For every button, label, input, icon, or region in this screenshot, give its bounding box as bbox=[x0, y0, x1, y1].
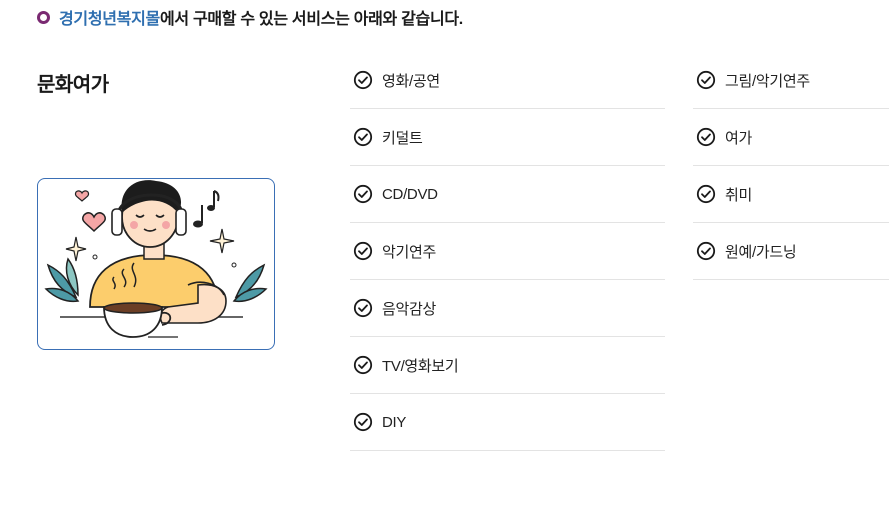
check-circle-icon bbox=[353, 355, 373, 375]
list-item-label: 악기연주 bbox=[382, 243, 437, 261]
check-circle-icon bbox=[353, 412, 373, 432]
list-item-label: 그림/악기연주 bbox=[725, 72, 810, 90]
intro-line: 경기청년복지몰에서 구매할 수 있는 서비스는 아래와 같습니다. bbox=[37, 6, 463, 28]
list-item-label: 원예/가드닝 bbox=[725, 243, 797, 261]
services-column-1: 영화/공연 키덜트 CD/DVD 악기연주 음악감상 TV/영화보기 DIY bbox=[350, 52, 665, 451]
intro-rest: 에서 구매할 수 있는 서비스는 아래와 같습니다. bbox=[159, 11, 463, 28]
check-circle-icon bbox=[353, 241, 373, 261]
check-circle-icon bbox=[353, 127, 373, 147]
check-circle-icon bbox=[353, 70, 373, 90]
check-circle-icon bbox=[353, 184, 373, 204]
list-item-label: 여가 bbox=[725, 129, 753, 147]
list-item: TV/영화보기 bbox=[350, 337, 665, 394]
list-item-label: TV/영화보기 bbox=[382, 357, 459, 375]
list-item: 취미 bbox=[693, 166, 889, 223]
bullet-icon bbox=[37, 10, 50, 24]
list-item: 키덜트 bbox=[350, 109, 665, 166]
list-item-label: 취미 bbox=[725, 186, 753, 204]
list-item: 악기연주 bbox=[350, 223, 665, 280]
check-circle-icon bbox=[696, 184, 716, 204]
services-column-2: 그림/악기연주 여가 취미 원예/가드닝 bbox=[693, 52, 889, 280]
list-item-label: 키덜트 bbox=[382, 129, 423, 147]
section-title: 문화여가 bbox=[37, 74, 109, 96]
list-item: 그림/악기연주 bbox=[693, 52, 889, 109]
person-with-headphones-and-coffee-icon bbox=[44, 180, 268, 338]
list-item-label: CD/DVD bbox=[382, 185, 438, 203]
list-item-label: 음악감상 bbox=[382, 300, 437, 318]
list-item: CD/DVD bbox=[350, 166, 665, 223]
intro-text: 경기청년복지몰에서 구매할 수 있는 서비스는 아래와 같습니다. bbox=[59, 5, 463, 29]
list-item: 원예/가드닝 bbox=[693, 223, 889, 280]
list-item: 영화/공연 bbox=[350, 52, 665, 109]
check-circle-icon bbox=[696, 70, 716, 90]
list-item: 음악감상 bbox=[350, 280, 665, 337]
brand-name: 경기청년복지몰 bbox=[59, 11, 160, 28]
list-item: DIY bbox=[350, 394, 665, 451]
check-circle-icon bbox=[353, 298, 373, 318]
list-item-label: 영화/공연 bbox=[382, 72, 440, 90]
list-item-label: DIY bbox=[382, 413, 407, 431]
list-item: 여가 bbox=[693, 109, 889, 166]
illustration-card bbox=[37, 178, 275, 350]
check-circle-icon bbox=[696, 241, 716, 261]
check-circle-icon bbox=[696, 127, 716, 147]
